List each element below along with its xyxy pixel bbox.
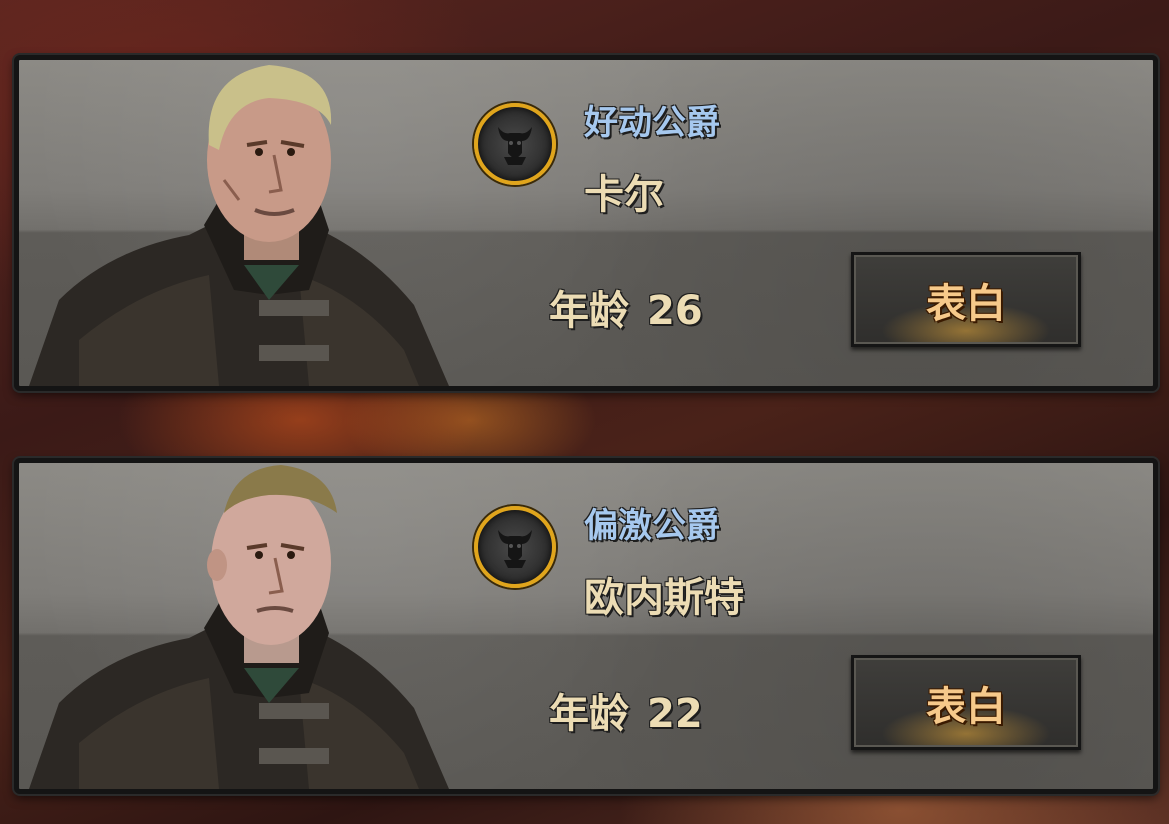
suitor-name: 欧内斯特 — [584, 575, 744, 621]
bull-crest-icon — [474, 506, 556, 588]
age-value: 26 — [647, 288, 703, 334]
confess-button-label: 表白 — [926, 683, 1006, 730]
suitor-title: 偏激公爵 — [584, 506, 720, 546]
suitor-name: 卡尔 — [584, 172, 664, 218]
confess-button-label: 表白 — [926, 280, 1006, 327]
character-portrait — [29, 65, 449, 386]
bull-crest-icon — [474, 103, 556, 185]
suitor-title: 好动公爵 — [584, 103, 720, 143]
character-portrait — [29, 465, 449, 789]
confess-button[interactable]: 表白 — [851, 655, 1081, 750]
age-label: 年龄 — [549, 691, 629, 737]
confess-button[interactable]: 表白 — [851, 252, 1081, 347]
age-label: 年龄 — [549, 288, 629, 334]
suitor-card: 好动公爵 卡尔 年龄 26 表白 — [14, 55, 1158, 391]
age-value: 22 — [647, 691, 703, 737]
suitor-card: 偏激公爵 欧内斯特 年龄 22 表白 — [14, 458, 1158, 794]
age-display: 年龄 26 — [549, 278, 703, 336]
age-display: 年龄 22 — [549, 681, 703, 739]
